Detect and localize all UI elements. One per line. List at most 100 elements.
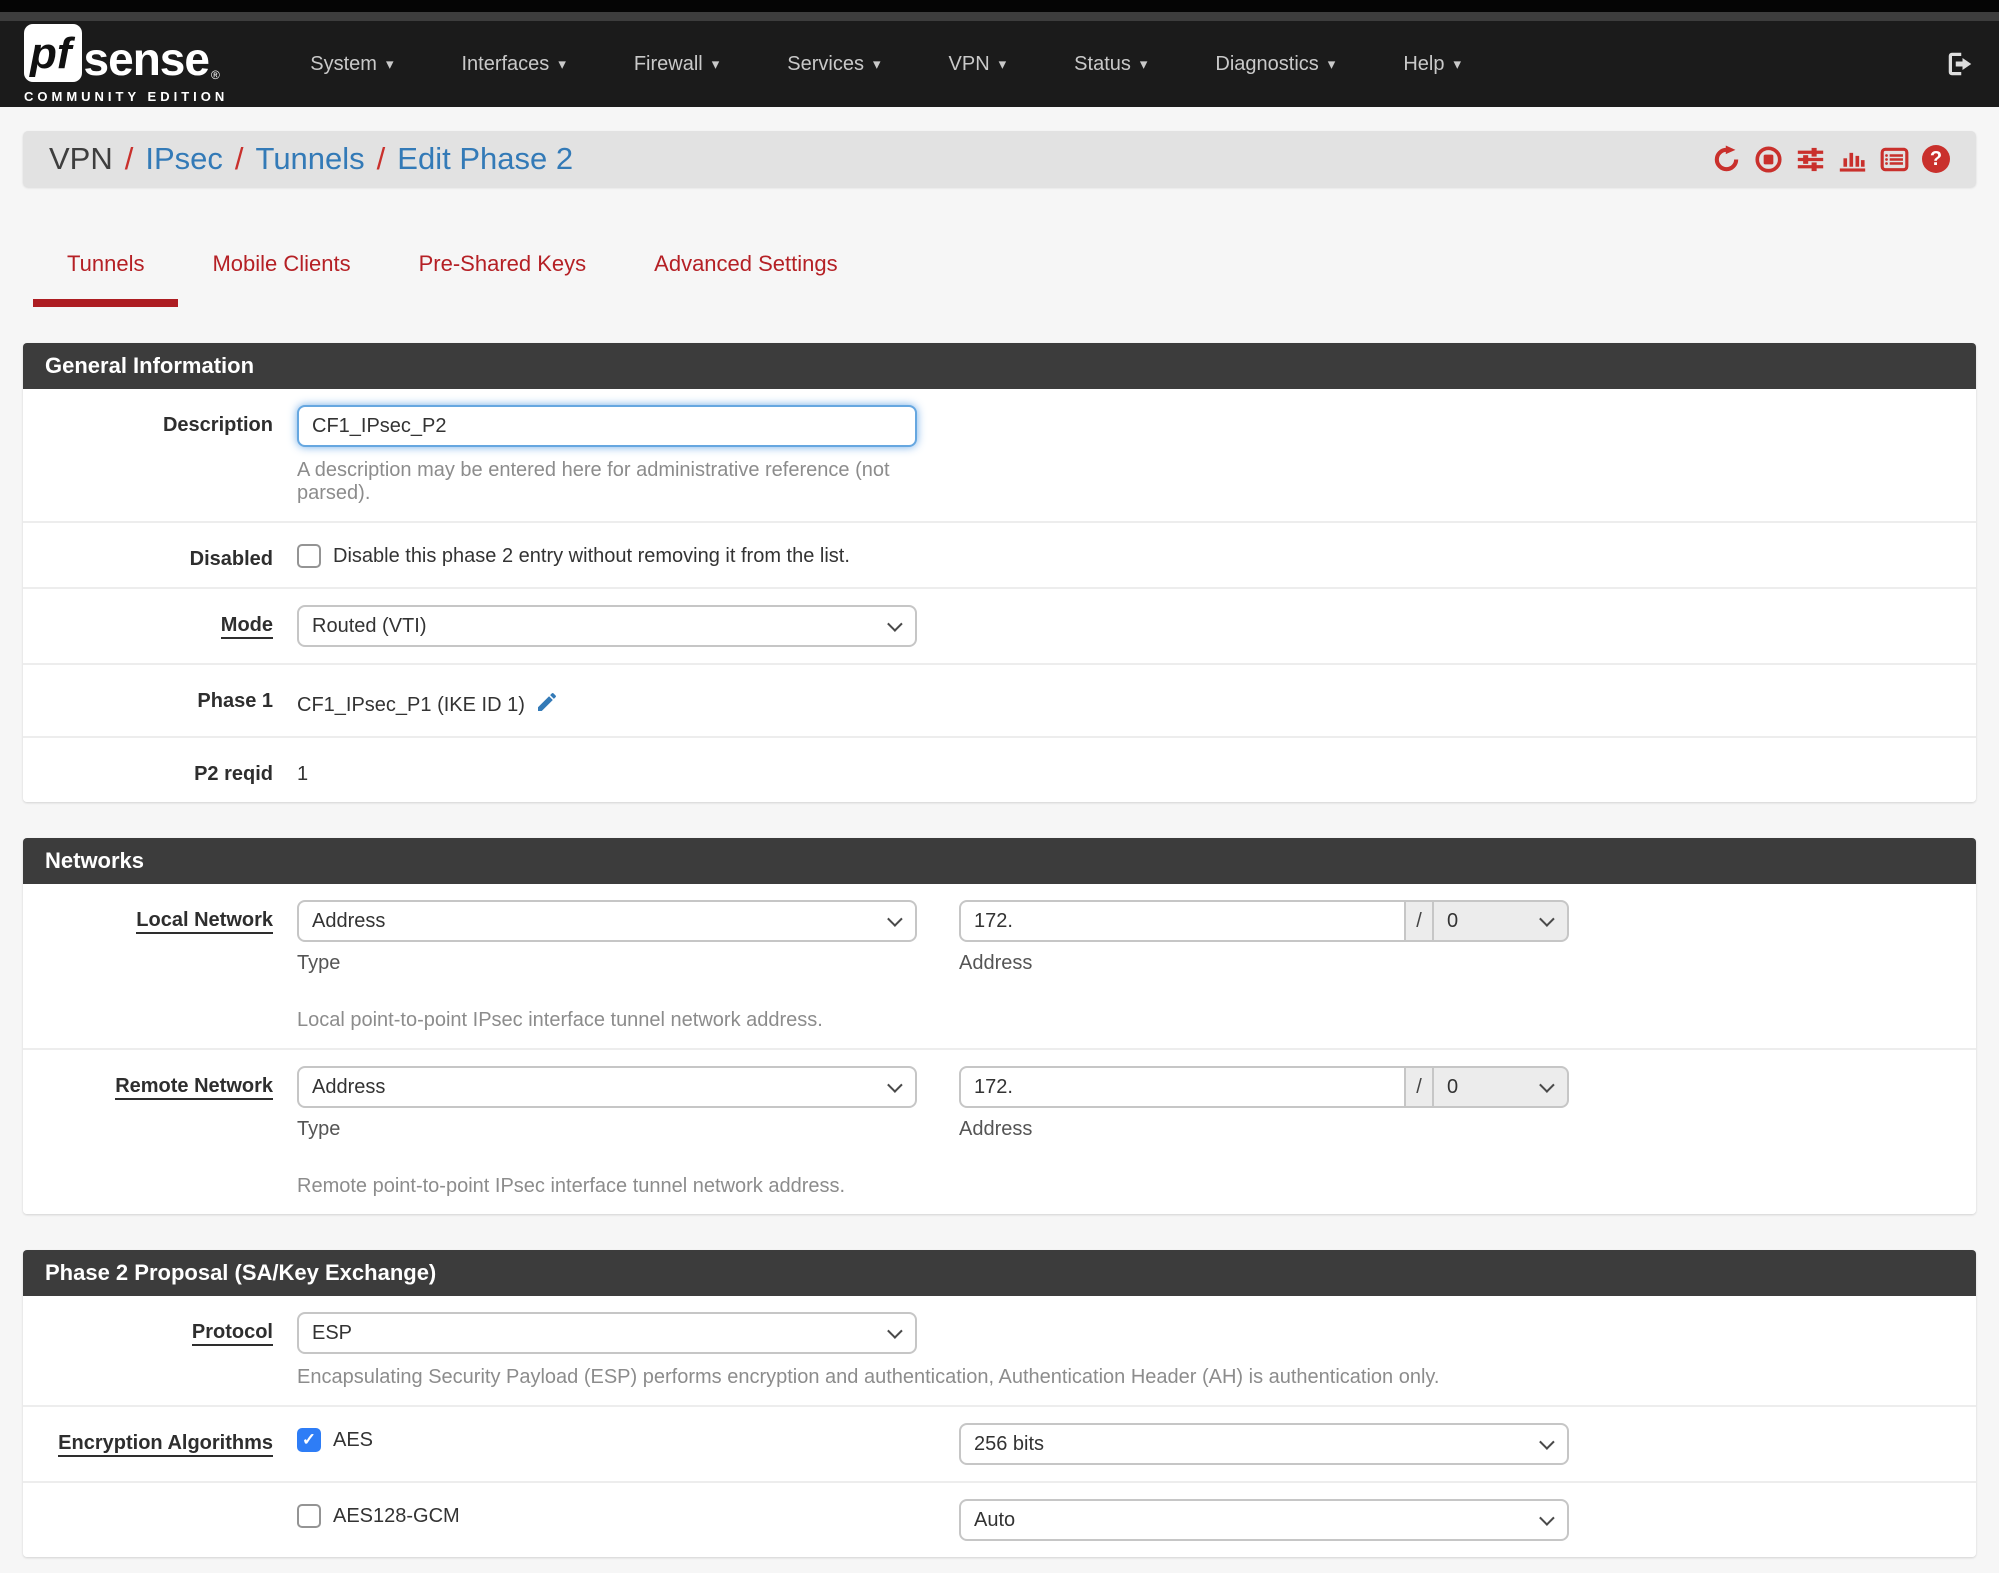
chevron-down-icon: ▾: [1327, 56, 1336, 73]
breadcrumb-separator: /: [124, 141, 134, 176]
nav-item-vpn[interactable]: VPN ▾: [949, 39, 1007, 90]
edit-pencil-icon[interactable]: [535, 690, 559, 720]
protocol-select[interactable]: ESP: [297, 1312, 917, 1354]
breadcrumb-ipsec[interactable]: IPsec: [145, 141, 223, 177]
remote-prefix-select[interactable]: 0: [1434, 1066, 1569, 1108]
chevron-down-icon: [887, 616, 903, 632]
bar-chart-icon[interactable]: [1838, 145, 1867, 174]
protocol-help: Encapsulating Security Payload (ESP) per…: [297, 1366, 1440, 1388]
sense-logo-text: sense: [83, 33, 210, 85]
chevron-down-icon: ▾: [558, 56, 566, 73]
panel-general-information: General Information Description A descri…: [23, 343, 1976, 802]
mode-label: Mode: [47, 605, 297, 647]
stop-circle-icon[interactable]: [1754, 145, 1783, 174]
remote-prefix-separator: /: [1406, 1066, 1434, 1108]
description-help: A description may be entered here for ad…: [297, 459, 890, 504]
pfsense-logo[interactable]: pf sense ® COMMUNITY EDITION: [24, 24, 228, 104]
remote-address-caption: Address: [959, 1118, 1033, 1140]
disabled-checkbox-label[interactable]: Disable this phase 2 entry without remov…: [333, 545, 850, 568]
aes128gcm-checkbox-label[interactable]: AES128-GCM: [333, 1505, 460, 1528]
nav-item-status[interactable]: Status ▾: [1074, 39, 1147, 90]
chevron-down-icon: [887, 1077, 903, 1093]
nav-item-diagnostics[interactable]: Diagnostics ▾: [1215, 39, 1335, 90]
panel-networks-title: Networks: [23, 838, 1976, 884]
disabled-checkbox[interactable]: [297, 544, 321, 568]
sliders-icon[interactable]: [1796, 145, 1825, 174]
local-address-input[interactable]: [959, 900, 1407, 942]
panel-proposal-title: Phase 2 Proposal (SA/Key Exchange): [23, 1250, 1976, 1296]
breadcrumb-vpn: VPN: [49, 141, 113, 176]
local-address-caption: Address: [959, 952, 1033, 974]
top-navbar: pf sense ® COMMUNITY EDITION System ▾ Int…: [0, 21, 1999, 107]
row-encryption-aes: Encryption Algorithms AES 256 bits: [23, 1407, 1976, 1483]
chevron-down-icon: [1539, 1434, 1555, 1450]
local-prefix-select[interactable]: 0: [1434, 900, 1569, 942]
local-prefix-separator: /: [1406, 900, 1434, 942]
row-phase1: Phase 1 CF1_IPsec_P1 (IKE ID 1): [23, 665, 1976, 738]
page-title: VPN / IPsec / Tunnels / Edit Phase 2: [49, 141, 573, 177]
aes-checkbox-label[interactable]: AES: [333, 1429, 373, 1452]
chevron-down-icon: [887, 911, 903, 927]
chevron-down-icon: [1539, 1077, 1555, 1093]
chevron-down-icon: [1539, 911, 1555, 927]
nav-item-help[interactable]: Help ▾: [1403, 39, 1461, 90]
chevron-down-icon: ▾: [1139, 56, 1148, 73]
page-content: VPN / IPsec / Tunnels / Edit Phase 2 ? T…: [0, 107, 1999, 1557]
remote-type-caption: Type: [297, 1118, 341, 1140]
encryption-spacer: [47, 1499, 297, 1541]
description-input[interactable]: [297, 405, 917, 447]
chevron-down-icon: [887, 1323, 903, 1339]
help-icon[interactable]: ?: [1922, 145, 1950, 173]
refresh-icon[interactable]: [1712, 144, 1741, 174]
window-sub-strip: [0, 12, 1999, 21]
chevron-down-icon: ▾: [711, 56, 720, 73]
chevron-down-icon: ▾: [1453, 56, 1461, 73]
row-remote-network: Remote Network Address Type Remote point…: [23, 1050, 1976, 1214]
chevron-down-icon: ▾: [385, 56, 394, 73]
tab-bar: Tunnels Mobile Clients Pre-Shared Keys A…: [33, 239, 1976, 307]
aes128gcm-keylen-select[interactable]: Auto: [959, 1499, 1569, 1541]
phase1-value: CF1_IPsec_P1 (IKE ID 1): [297, 693, 525, 716]
row-description: Description A description may be entered…: [23, 389, 1976, 523]
row-local-network: Local Network Address Type Local point-t…: [23, 884, 1976, 1050]
remote-address-input[interactable]: [959, 1066, 1407, 1108]
tab-pre-shared-keys[interactable]: Pre-Shared Keys: [385, 239, 621, 307]
nav-item-services[interactable]: Services ▾: [787, 39, 880, 90]
local-network-type-select[interactable]: Address: [297, 900, 917, 942]
nav-item-system[interactable]: System ▾: [310, 39, 393, 90]
breadcrumb-tunnels[interactable]: Tunnels: [256, 141, 365, 177]
description-label: Description: [162, 414, 273, 436]
row-disabled: Disabled Disable this phase 2 entry with…: [23, 523, 1976, 589]
nav-menu: System ▾ Interfaces ▾ Firewall ▾ Services ▾ …: [276, 39, 1945, 90]
breadcrumb: VPN / IPsec / Tunnels / Edit Phase 2 ?: [23, 131, 1976, 187]
phase1-label: Phase 1: [197, 690, 273, 712]
list-icon[interactable]: [1880, 145, 1909, 174]
chevron-down-icon: ▾: [998, 56, 1007, 73]
tab-mobile-clients[interactable]: Mobile Clients: [178, 239, 384, 307]
panel-phase2-proposal: Phase 2 Proposal (SA/Key Exchange) Proto…: [23, 1250, 1976, 1557]
tab-advanced-settings[interactable]: Advanced Settings: [620, 239, 871, 307]
community-edition-label: COMMUNITY EDITION: [24, 89, 229, 104]
aes-checkbox[interactable]: [297, 1428, 321, 1452]
local-network-help: Local point-to-point IPsec interface tun…: [297, 1009, 823, 1031]
remote-network-type-select[interactable]: Address: [297, 1066, 917, 1108]
mode-select[interactable]: Routed (VTI): [297, 605, 917, 647]
encryption-algorithms-label: Encryption Algorithms: [47, 1423, 297, 1465]
aes128gcm-checkbox[interactable]: [297, 1504, 321, 1528]
protocol-label: Protocol: [47, 1312, 297, 1389]
remote-network-label: Remote Network: [47, 1066, 297, 1198]
disabled-label: Disabled: [189, 548, 273, 570]
sign-out-icon[interactable]: [1945, 49, 1975, 79]
remote-network-help: Remote point-to-point IPsec interface tu…: [297, 1175, 846, 1197]
p2reqid-value: 1: [297, 763, 309, 785]
local-network-label: Local Network: [47, 900, 297, 1032]
breadcrumb-separator: /: [376, 141, 386, 176]
panel-networks: Networks Local Network Address Type Loca…: [23, 838, 1976, 1214]
breadcrumb-edit-phase-2[interactable]: Edit Phase 2: [397, 141, 573, 177]
nav-item-firewall[interactable]: Firewall ▾: [634, 39, 719, 90]
nav-item-interfaces[interactable]: Interfaces ▾: [461, 39, 565, 90]
row-mode: Mode Routed (VTI): [23, 589, 1976, 665]
tab-tunnels[interactable]: Tunnels: [33, 239, 179, 307]
aes-keylen-select[interactable]: 256 bits: [959, 1423, 1569, 1465]
local-type-caption: Type: [297, 952, 341, 974]
